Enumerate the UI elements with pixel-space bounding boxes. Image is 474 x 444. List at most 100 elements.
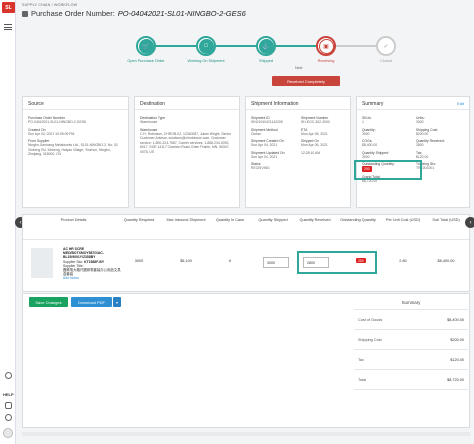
card-title: Destination xyxy=(135,97,239,110)
field-value: TRK001001 xyxy=(416,166,435,171)
card-title: Shipment Information xyxy=(246,97,350,110)
per-unit-cost-cell: 2.80 xyxy=(399,259,407,263)
summary-label: Tax xyxy=(358,357,364,362)
purchase-order-icon xyxy=(22,10,28,17)
step-label: Working On Shipment xyxy=(187,59,225,63)
step-shipped[interactable]: ⚓ Shipped xyxy=(236,36,296,63)
outstanding-badge: 200 xyxy=(356,258,366,263)
column-header: Max Inbound Shipment xyxy=(166,218,206,222)
menu-icon[interactable] xyxy=(4,24,12,32)
status-stepper: 🛒 Open Purchase Order □ Working On Shipm… xyxy=(116,36,396,76)
ship-icon: ⚓ xyxy=(258,38,274,54)
page-title-value: PO-04042021-SL01-NINGBO-2-GES6 xyxy=(117,9,246,18)
field-value: 12:28:10 AM xyxy=(301,150,321,155)
supplier-value: Ningbo Jianxiang Metalworks Ltd., SL01-N… xyxy=(28,143,118,157)
field-value: 3000 xyxy=(416,120,424,124)
product-image[interactable] xyxy=(31,248,53,278)
column-header: Quantity Shipped xyxy=(258,218,288,222)
step-receiving[interactable]: ▣ Receiving xyxy=(296,36,356,63)
column-header: Quantity Required xyxy=(123,218,155,222)
product-table: Product Details Quantity Required Max In… xyxy=(22,214,470,292)
user-avatar[interactable] xyxy=(3,428,13,438)
summary-card: Summary Edit SKUs: 1 Quantity: 3000 COGs: $… xyxy=(356,96,470,208)
outstanding-highlight xyxy=(354,160,422,180)
field-value: $8,400.00 xyxy=(362,143,378,148)
subtotal-cell: $8,400.00 xyxy=(437,259,455,263)
summary-panel: Summary Cost of Goods $8,400.00 Shipping … xyxy=(354,296,468,390)
save-changes-button[interactable]: Save Changes xyxy=(29,297,68,307)
source-card: Source Purchase Order Number PO-04042021… xyxy=(22,96,129,208)
summary-row: Total $8,720.00 xyxy=(354,370,468,390)
qty-required-cell: 3000 xyxy=(134,259,144,263)
summary-panel-title: Summary xyxy=(354,296,468,310)
field-value: 3000 xyxy=(362,131,370,136)
box-icon: ▣ xyxy=(318,38,334,54)
summary-value: $8,720.00 xyxy=(447,377,464,382)
created-on-value: Sun Apr 04, 2021 10:09:09 PM xyxy=(28,131,75,136)
summary-label: Total xyxy=(358,377,367,382)
edit-link[interactable]: Edit xyxy=(457,101,464,106)
breadcrumb[interactable]: SUPPLY CHAIN / WORKFLOW xyxy=(22,3,246,7)
received-completely-button[interactable]: Received Completely xyxy=(272,76,340,86)
add-notes-link[interactable]: Add Notes xyxy=(63,276,79,280)
step-label: Open Purchase Order xyxy=(127,59,165,63)
shipment-card: Shipment Information Shipment ID SIN21040… xyxy=(245,96,351,208)
download-pdf-button[interactable]: Download PDF xyxy=(71,297,112,307)
summary-value: $200.00 xyxy=(450,337,464,342)
field-value: 3000 xyxy=(362,154,370,159)
sidebar: SL HELP xyxy=(0,0,16,444)
main-content: SUPPLY CHAIN / WORKFLOW Purchase Order N… xyxy=(15,0,474,444)
column-header: Quantity In Case xyxy=(215,218,245,222)
bell-icon[interactable] xyxy=(5,402,12,409)
outstanding-cell: 200 xyxy=(356,258,366,263)
column-header: Outstanding Quantity xyxy=(340,218,376,222)
card-title: Summary xyxy=(357,97,469,110)
step-label: Shipped xyxy=(259,59,273,63)
column-header: Quantity Received xyxy=(299,218,331,222)
app-logo[interactable]: SL xyxy=(2,2,15,13)
product-title[interactable]: AC HR SCRE MED/BOTXMOY587G/AC-BL15/9001Y… xyxy=(63,247,104,259)
page-title-label: Purchase Order Number: xyxy=(31,9,115,18)
summary-label: Cost of Goods xyxy=(358,317,383,322)
max-inbound-cell: $5,100 xyxy=(180,259,192,263)
summary-row: Shipping Cost $200.00 xyxy=(354,330,468,350)
summary-value: $120.00 xyxy=(450,357,464,362)
destination-card: Destination Destination Type Warehouse W… xyxy=(134,96,240,208)
page-header: SUPPLY CHAIN / WORKFLOW Purchase Order N… xyxy=(22,3,246,18)
qty-shipped-input[interactable]: 3000 xyxy=(263,257,289,268)
field-value: $120.00 xyxy=(416,154,429,159)
step-label: Receiving xyxy=(317,59,335,63)
cart-icon: 🛒 xyxy=(138,38,154,54)
supplier-title-value: 圆珠笔大箱尺圆珠笔套装办公用品文具盒套装 xyxy=(63,268,121,277)
card-title: Source xyxy=(23,97,128,110)
step-label: Closed xyxy=(380,59,392,63)
chat-icon[interactable] xyxy=(5,372,12,379)
summary-row: Tax $120.00 xyxy=(354,350,468,370)
check-icon: ✓ xyxy=(378,38,394,54)
settings-icon[interactable] xyxy=(5,414,12,421)
supplier-sku-value: KT1588F-BY xyxy=(84,259,105,264)
column-header: Per Unit Cost (USD) xyxy=(385,218,421,222)
summary-label: Shipping Cost xyxy=(358,337,382,342)
column-header: Sub Total (USD) xyxy=(432,218,460,222)
step-closed[interactable]: ✓ Closed xyxy=(356,36,416,63)
warehouse-value: C.H. Robinson, CHROB-02, 12340087, Julia… xyxy=(140,131,232,154)
next-label: Next xyxy=(295,66,303,70)
qty-in-case-cell: 6 xyxy=(228,259,232,263)
scroll-right-icon[interactable]: › xyxy=(465,217,474,228)
destination-type-value: Warehouse xyxy=(140,120,158,124)
download-options-chevron-icon[interactable]: ▾ xyxy=(113,297,121,307)
product-details: AC HR SCRE MED/BOTXMOY587G/AC-BL15/9001Y… xyxy=(63,247,121,281)
step-open-purchase-order[interactable]: 🛒 Open Purchase Order xyxy=(116,36,176,63)
status-value: RECEIVING xyxy=(251,166,270,171)
summary-value: $8,400.00 xyxy=(447,317,464,322)
doc-icon: □ xyxy=(198,38,214,54)
column-header: Product Details xyxy=(60,218,87,222)
field-value: 1 xyxy=(362,120,364,124)
field-value: 2800 xyxy=(416,143,424,148)
step-working-on-shipment[interactable]: □ Working On Shipment xyxy=(176,36,236,63)
help-label[interactable]: HELP xyxy=(3,392,14,397)
field-value: $200.00 xyxy=(416,131,429,136)
horizontal-scrollbar[interactable] xyxy=(22,432,470,436)
po-number-value: PO-04042021-SL01-NINGBO-2-GES6 xyxy=(28,120,86,124)
